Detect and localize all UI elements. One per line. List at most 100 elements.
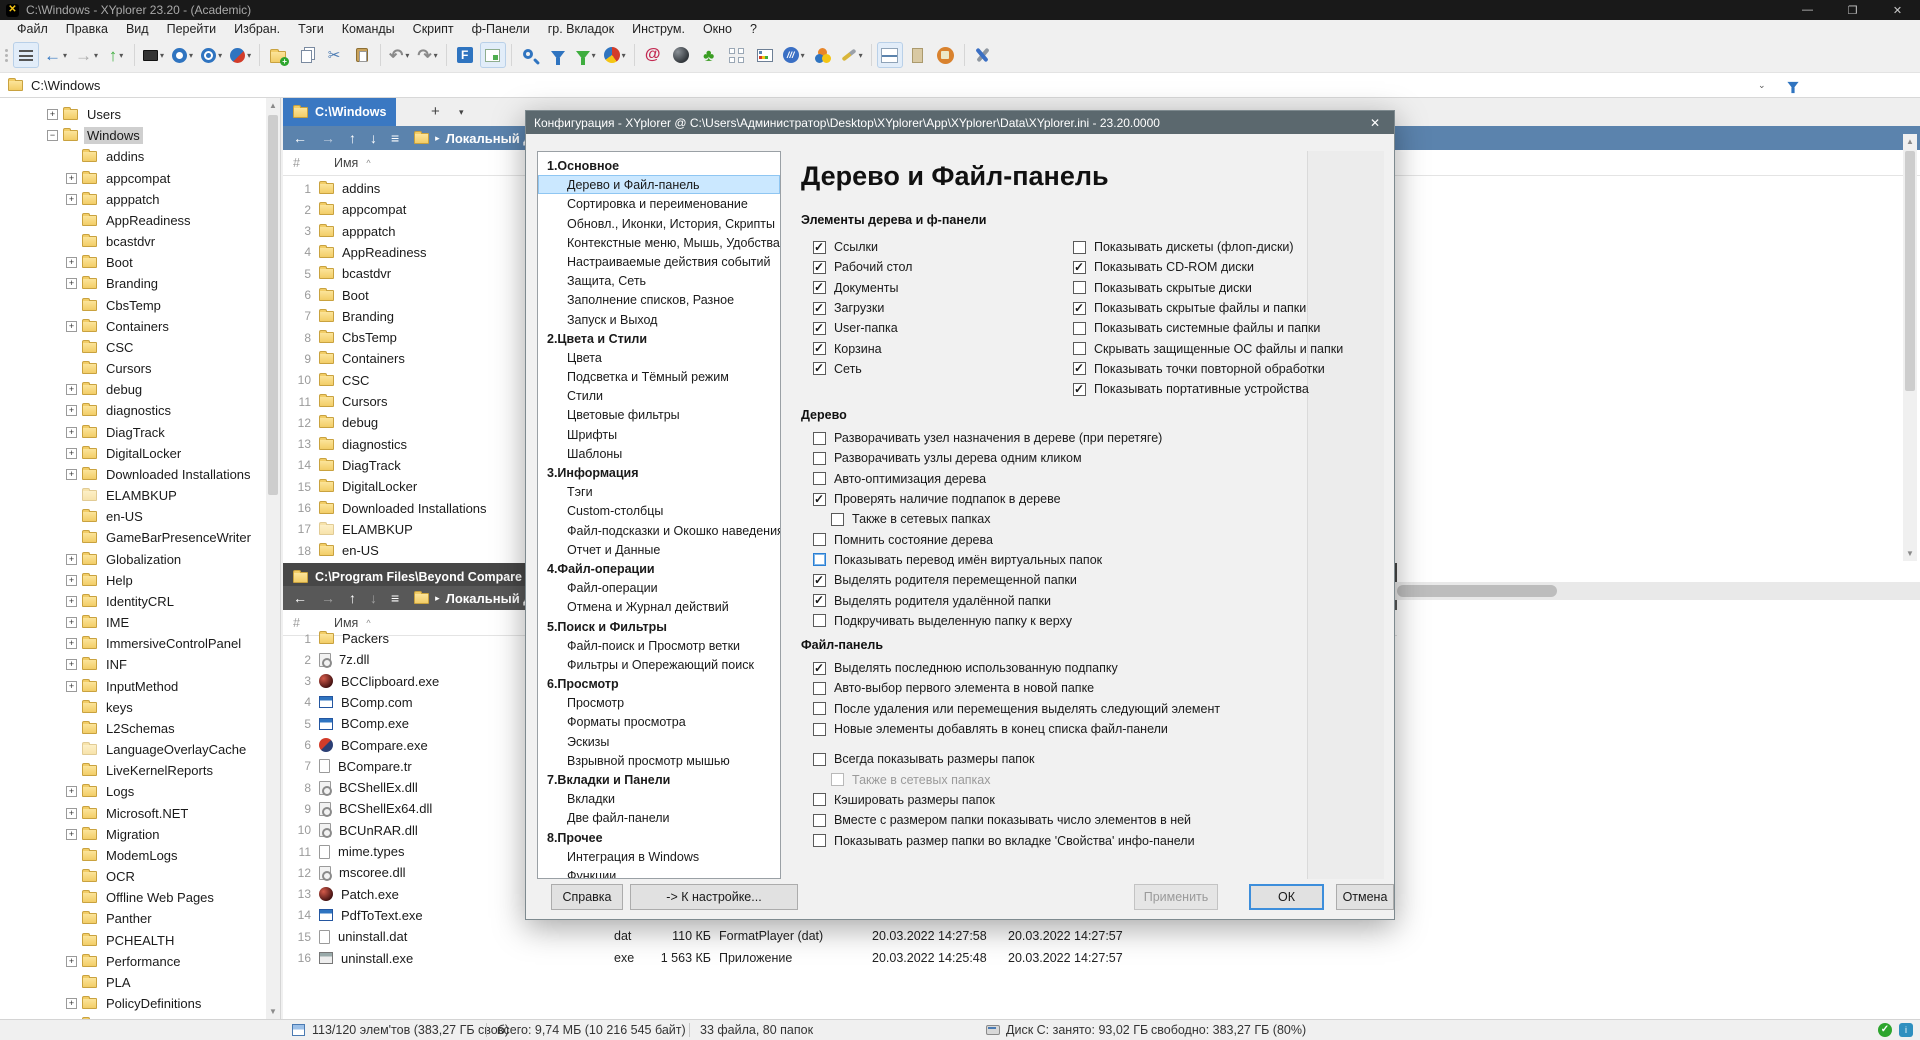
redo-button[interactable]: ↷ ▾ (414, 42, 440, 68)
tree-item[interactable]: + Branding (66, 273, 161, 294)
config-nav-item[interactable]: 8.Прочее (538, 828, 780, 847)
dropdown-caret-icon[interactable]: ▾ (859, 51, 863, 60)
nav-up-icon[interactable]: ↑ (349, 591, 356, 605)
checkbox[interactable] (813, 593, 826, 608)
dropdown-caret-icon[interactable]: ▾ (405, 51, 409, 60)
tree-item[interactable]: + INF (66, 654, 130, 675)
checkbox[interactable] (1073, 281, 1086, 295)
config-checkbox-row[interactable]: User-папка (813, 318, 912, 338)
filter-green-button[interactable]: ▾ (573, 42, 599, 68)
config-nav-item[interactable]: Дерево и Файл-панель (538, 175, 780, 195)
checkbox[interactable] (813, 260, 826, 274)
expand-toggle-icon[interactable]: + (66, 384, 77, 396)
expand-toggle-icon[interactable]: + (66, 468, 77, 480)
expand-toggle-icon[interactable]: + (66, 998, 77, 1010)
address-filter-icon[interactable] (1787, 81, 1799, 93)
dropdown-caret-icon[interactable]: ▾ (160, 51, 164, 60)
address-bar[interactable]: C:\Windows ⌄ (0, 72, 1920, 98)
checkbox[interactable] (813, 451, 826, 465)
expand-toggle-icon[interactable]: + (66, 955, 77, 967)
dark-mode-button[interactable] (668, 42, 694, 68)
config-checkbox-row[interactable]: Показывать скрытые диски (1073, 278, 1343, 298)
config-nav-item[interactable]: Тэги (538, 482, 780, 501)
details-view-button[interactable] (752, 42, 778, 68)
horizontal-scrollbar-thumb[interactable] (1397, 585, 1557, 597)
tree-item[interactable]: + appcompat (66, 168, 173, 189)
menu-item-окно[interactable]: Окно (694, 20, 741, 38)
tree-item[interactable]: + Downloaded Installations (66, 464, 254, 485)
tree-item[interactable]: + DiagTrack (66, 422, 168, 443)
menu-item--[interactable]: ? (741, 20, 766, 38)
config-checkbox-row[interactable]: Помнить состояние дерева (813, 529, 1162, 549)
checkbox[interactable] (1073, 382, 1086, 396)
file-list-scrollbar[interactable]: ▲ ▼ (1903, 134, 1917, 561)
dropdown-caret-icon[interactable]: ▾ (63, 51, 67, 60)
checkbox[interactable] (813, 492, 826, 506)
tree-item[interactable]: OCR (66, 866, 138, 887)
file-scrollbar-thumb[interactable] (1905, 151, 1915, 391)
new-folder-button[interactable]: + (265, 42, 291, 68)
nav-forward-icon[interactable]: → (321, 131, 335, 145)
config-checkbox-row[interactable]: Рабочий стол (813, 257, 912, 277)
config-nav-item[interactable]: Просмотр (538, 693, 780, 712)
catalog-button[interactable]: ▾ (198, 42, 225, 68)
tree-item[interactable]: + Globalization (66, 549, 184, 570)
config-nav-item[interactable]: 6.Просмотр (538, 674, 780, 693)
copy-button[interactable] (293, 42, 319, 68)
help-button[interactable]: Справка (551, 884, 623, 910)
config-nav-item[interactable]: Цветовые фильтры (538, 405, 780, 424)
file-row[interactable]: 16 uninstall.exe exe 1 563 КБ Приложение 20.0… (283, 948, 1920, 969)
favorites-button[interactable]: F (452, 42, 478, 68)
config-checkbox-row[interactable]: Кэшировать размеры папок (813, 790, 1220, 810)
tree-item[interactable]: en-US (66, 506, 146, 527)
dual-pane-horizontal-button[interactable] (876, 42, 903, 68)
checkbox[interactable] (831, 512, 844, 526)
checkbox[interactable] (813, 431, 826, 445)
tree-item[interactable]: keys (66, 697, 136, 718)
config-nav-item[interactable]: Фильтры и Опережающий поиск (538, 655, 780, 674)
tree-item[interactable]: CSC (66, 337, 136, 358)
config-checkbox-row[interactable]: Ссылки (813, 237, 912, 257)
config-checkbox-row[interactable]: Корзина (813, 338, 912, 358)
nav-forward-icon[interactable]: → (321, 591, 335, 605)
tree-item[interactable]: + Microsoft.NET (66, 803, 191, 824)
config-checkbox-row[interactable]: Выделять родителя перемещенной папки (813, 570, 1162, 590)
scroll-up-icon[interactable]: ▲ (1903, 134, 1917, 149)
hotlist-button[interactable]: ▾ (169, 42, 196, 68)
expand-toggle-icon[interactable]: + (66, 807, 77, 819)
checkbox[interactable] (813, 533, 826, 547)
config-nav-item[interactable]: Отчет и Данные (538, 540, 780, 559)
checkbox[interactable] (813, 361, 826, 376)
config-checkbox-row[interactable]: Подкручивать выделенную папку к верху (813, 611, 1162, 631)
tree-item[interactable]: + diagnostics (66, 400, 174, 421)
config-checkbox-row[interactable]: Также в сетевых папках (813, 509, 1162, 529)
checkbox[interactable] (1073, 321, 1086, 335)
column-name[interactable]: Имя (334, 156, 358, 170)
config-checkbox-row[interactable]: Разворачивать узлы дерева одним кликом (813, 448, 1162, 468)
expand-toggle-icon[interactable]: + (66, 786, 77, 798)
config-checkbox-row[interactable]: Показывать точки повторной обработки (1073, 359, 1343, 379)
dropdown-caret-icon[interactable]: ▾ (434, 51, 438, 60)
config-checkbox-row[interactable]: Документы (813, 278, 912, 298)
checkbox[interactable] (1073, 361, 1086, 376)
nav-up-icon[interactable]: ↑ (349, 131, 356, 145)
horizontal-scrollbar[interactable] (1395, 582, 1920, 600)
paste-button[interactable] (349, 42, 375, 68)
close-button[interactable]: ✕ (1875, 0, 1920, 20)
nav-down-icon[interactable]: ↓ (370, 131, 377, 145)
expand-toggle-icon[interactable]: + (66, 553, 77, 565)
config-checkbox-row[interactable]: Разворачивать узел назначения в дереве (… (813, 428, 1162, 448)
config-nav-item[interactable]: 5.Поиск и Фильтры (538, 617, 780, 636)
checkbox[interactable] (813, 280, 826, 295)
config-nav-item[interactable]: Файл-поиск и Просмотр ветки (538, 636, 780, 655)
dropdown-caret-icon[interactable]: ▾ (622, 51, 626, 60)
tree-item[interactable]: PCHEALTH (66, 930, 177, 951)
dropdown-caret-icon[interactable]: ▾ (247, 51, 251, 60)
expand-toggle-icon[interactable]: + (66, 447, 77, 459)
checkbox[interactable] (813, 614, 826, 628)
menu-item-инструм-[interactable]: Инструм. (623, 20, 694, 38)
config-checkbox-row[interactable]: Скрывать защищенные ОС файлы и папки (1073, 338, 1343, 358)
expand-toggle-icon[interactable]: + (66, 595, 77, 607)
checkbox[interactable] (813, 553, 826, 567)
config-checkbox-row[interactable]: Проверять наличие подпапок в дереве (813, 489, 1162, 509)
